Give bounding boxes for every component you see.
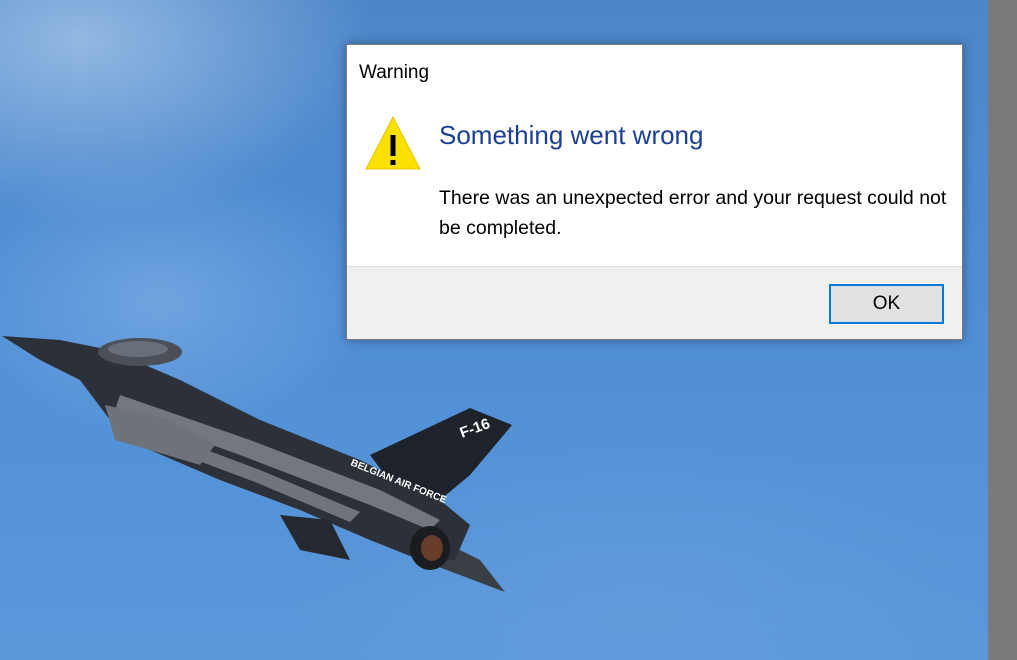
jet-nozzle-glow <box>421 535 443 561</box>
screen-edge-strip <box>988 0 1017 660</box>
warning-dialog: Warning Something went wrong There was a… <box>346 44 963 340</box>
ok-button[interactable]: OK <box>829 284 944 324</box>
jet-canopy-glass <box>108 341 168 357</box>
desktop-screen: F-16 BELGIAN AIR FORCE Warning Something… <box>0 0 1017 660</box>
dialog-title: Warning <box>359 62 430 83</box>
dialog-footer: OK <box>347 266 962 339</box>
main-instruction: Something went wrong <box>439 120 704 150</box>
dialog-message: There was an unexpected error and your r… <box>439 187 947 239</box>
warning-icon <box>365 115 421 170</box>
